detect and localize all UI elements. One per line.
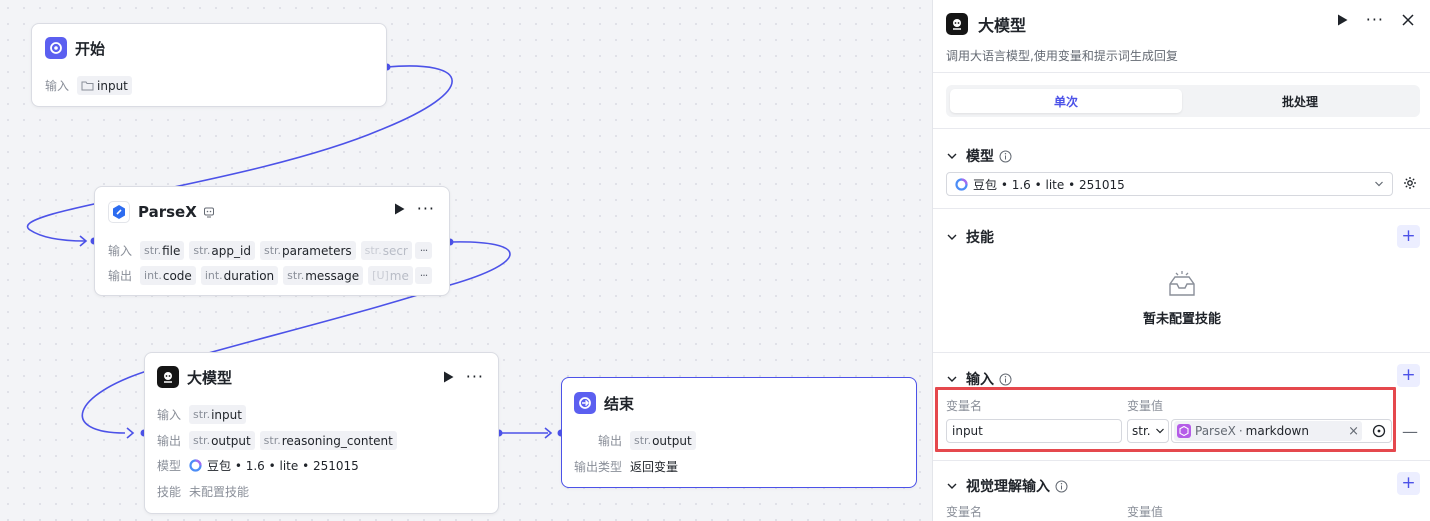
parsex-node[interactable]: ParseX ··· 输入 str. file str. app_id str. pa… bbox=[94, 186, 450, 296]
parsex-outputs-more-button[interactable]: ··· bbox=[415, 267, 432, 284]
plugin-badge-icon bbox=[203, 207, 214, 218]
skills-section-title: 技能 bbox=[966, 230, 994, 246]
chevron-down-icon bbox=[947, 376, 957, 382]
parsex-input-parameters: str. parameters bbox=[259, 241, 356, 260]
start-icon bbox=[45, 37, 67, 59]
parsex-output-message: str. message bbox=[283, 266, 364, 285]
panel-description: 调用大语言模型,使用变量和提示词生成回复 bbox=[946, 49, 1178, 63]
chevron-down-icon bbox=[1375, 181, 1383, 187]
llm-node[interactable]: 大模型 ··· 输入 str. input 输出 str. output str. r… bbox=[144, 352, 499, 514]
llm-output-label: 输出 bbox=[157, 434, 182, 448]
add-input-button[interactable]: + bbox=[1397, 364, 1420, 387]
divider bbox=[933, 352, 1430, 353]
end-output-type-label: 输出类型 bbox=[574, 460, 623, 474]
add-skill-button[interactable]: + bbox=[1397, 225, 1420, 248]
llm-output-reasoning: str. reasoning_content bbox=[259, 431, 397, 450]
skills-empty-text: 暂未配置技能 bbox=[1142, 312, 1221, 327]
info-icon bbox=[999, 373, 1012, 385]
llm-input-input: str. input bbox=[189, 405, 246, 424]
llm-input-label: 输入 bbox=[157, 408, 182, 422]
more-icon[interactable]: ··· bbox=[1366, 12, 1384, 28]
llm-model-label: 模型 bbox=[157, 459, 182, 473]
panel-title: 大模型 bbox=[978, 16, 1027, 35]
llm-model-value: 豆包 • 1.6 • lite • 251015 bbox=[207, 459, 359, 473]
model-select-value: 豆包 • 1.6 • lite • 251015 bbox=[973, 177, 1125, 192]
empty-box-icon bbox=[1169, 271, 1195, 296]
end-output-type-value: 返回变量 bbox=[630, 460, 679, 474]
plus-icon: + bbox=[1401, 226, 1416, 246]
parsex-output-code: int. code bbox=[140, 266, 196, 285]
parsex-input-secret: str. secr bbox=[360, 241, 412, 260]
end-output-label: 输出 bbox=[598, 434, 623, 448]
gear-icon[interactable] bbox=[1403, 176, 1417, 190]
chevron-down-icon bbox=[947, 153, 957, 159]
divider bbox=[933, 208, 1430, 209]
parsex-output-metadata: [U] me bbox=[368, 266, 413, 285]
divider bbox=[933, 72, 1430, 73]
start-node-title: 开始 bbox=[75, 39, 106, 58]
parsex-inputs-more-button[interactable]: ··· bbox=[415, 242, 432, 259]
llm-skill-label: 技能 bbox=[157, 485, 182, 499]
llm-node-title: 大模型 bbox=[187, 368, 233, 387]
highlight-box bbox=[935, 387, 1396, 452]
workflow-canvas[interactable]: 开始 输入 input ParseX ··· 输入 str. file str. a… bbox=[0, 0, 932, 521]
more-icon[interactable]: ··· bbox=[466, 369, 484, 385]
plus-icon: + bbox=[1401, 473, 1416, 493]
vision-col-name-label: 变量名 bbox=[946, 505, 983, 519]
info-icon bbox=[1055, 480, 1068, 492]
doubao-logo-icon bbox=[189, 459, 202, 472]
input-section-title: 输入 bbox=[966, 372, 994, 388]
parsex-input-app-id: str. app_id bbox=[189, 241, 255, 260]
chevron-down-icon bbox=[947, 234, 957, 240]
parsex-icon bbox=[108, 201, 130, 223]
divider bbox=[933, 460, 1430, 461]
doubao-logo-icon bbox=[955, 177, 968, 191]
folder-icon bbox=[81, 81, 94, 91]
start-input-label: 输入 bbox=[45, 79, 70, 93]
llm-skill-value: 未配置技能 bbox=[189, 485, 250, 499]
llm-output-output: str. output bbox=[189, 431, 255, 450]
run-icon[interactable] bbox=[443, 371, 454, 383]
vision-section-header[interactable]: 视觉理解输入 bbox=[946, 476, 1068, 496]
tab-batch[interactable]: 批处理 bbox=[1184, 89, 1416, 113]
llm-icon bbox=[157, 366, 179, 388]
model-select[interactable]: 豆包 • 1.6 • lite • 251015 bbox=[946, 172, 1393, 196]
run-icon[interactable] bbox=[1337, 14, 1348, 26]
add-vision-input-button[interactable]: + bbox=[1397, 472, 1420, 495]
parsex-input-label: 输入 bbox=[108, 244, 133, 258]
parsex-output-label: 输出 bbox=[108, 269, 133, 283]
model-section-header[interactable]: 模型 bbox=[946, 146, 1012, 166]
parsex-input-file: str. file bbox=[140, 241, 185, 260]
input-section-header[interactable]: 输入 bbox=[946, 369, 1012, 389]
start-input-tag: input bbox=[77, 76, 132, 95]
more-icon[interactable]: ··· bbox=[417, 201, 435, 217]
end-output-tag: str. output bbox=[630, 431, 696, 450]
tab-single[interactable]: 单次 bbox=[950, 89, 1182, 113]
llm-icon bbox=[946, 13, 968, 35]
skills-section-header[interactable]: 技能 bbox=[946, 227, 994, 247]
end-node[interactable]: 结束 输出 str. output 输出类型 返回变量 bbox=[561, 377, 917, 488]
remove-input-button[interactable]: — bbox=[1402, 422, 1418, 441]
mode-switch: 单次 批处理 bbox=[946, 85, 1420, 117]
end-node-title: 结束 bbox=[604, 394, 635, 413]
vision-col-value-label: 变量值 bbox=[1127, 505, 1164, 519]
close-icon[interactable] bbox=[1402, 14, 1414, 26]
info-icon bbox=[999, 150, 1012, 162]
chevron-down-icon bbox=[947, 483, 957, 489]
arrowhead-llm bbox=[126, 427, 135, 439]
start-node[interactable]: 开始 输入 input bbox=[31, 23, 387, 107]
model-section-title: 模型 bbox=[966, 149, 994, 165]
plus-icon: + bbox=[1401, 365, 1416, 385]
skills-empty-state: 暂未配置技能 bbox=[933, 270, 1430, 327]
parsex-output-duration: int. duration bbox=[200, 266, 279, 285]
parsex-node-title: ParseX bbox=[138, 203, 197, 221]
divider bbox=[933, 128, 1430, 129]
vision-section-title: 视觉理解输入 bbox=[966, 479, 1050, 495]
run-icon[interactable] bbox=[394, 203, 405, 215]
end-icon bbox=[574, 392, 596, 414]
